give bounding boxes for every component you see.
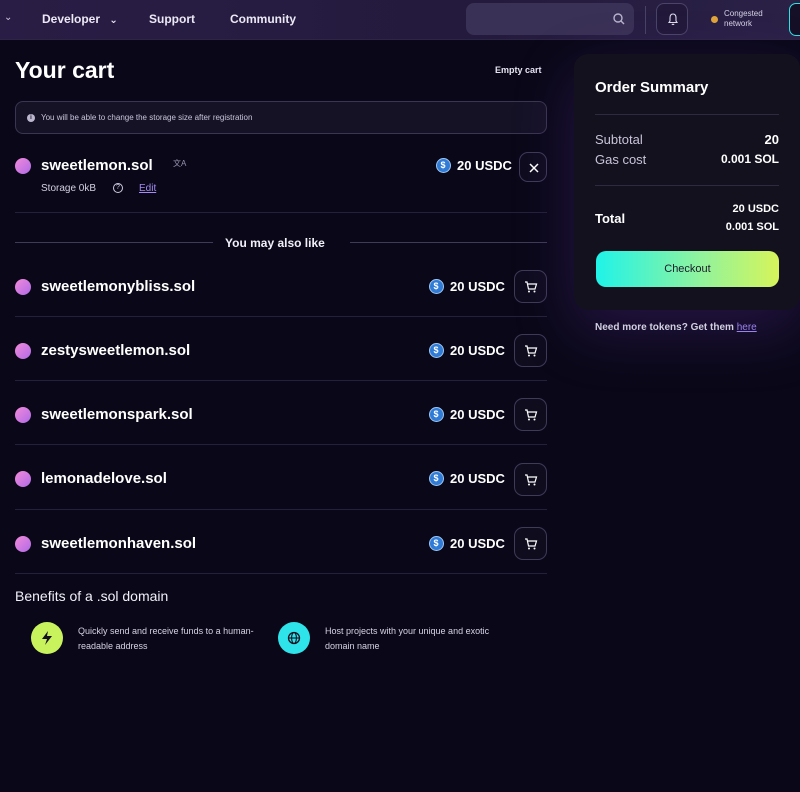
add-to-cart-button[interactable] xyxy=(514,527,547,560)
benefit-text: Host projects with your unique and exoti… xyxy=(325,626,490,651)
globe-icon xyxy=(278,622,310,654)
benefit-text: Quickly send and receive funds to a huma… xyxy=(78,626,254,651)
info-icon: i xyxy=(27,114,35,122)
domain-avatar xyxy=(15,536,31,552)
connect-wallet-button[interactable] xyxy=(789,3,800,36)
edit-storage-link[interactable]: Edit xyxy=(139,183,156,194)
search-icon xyxy=(613,13,625,25)
cart-item-price: 20 USDC xyxy=(457,158,512,173)
get-tokens-link[interactable]: here xyxy=(737,322,757,333)
add-to-cart-button[interactable] xyxy=(514,270,547,303)
network-status-dot xyxy=(711,16,718,23)
total-label: Total xyxy=(595,211,626,226)
help-icon[interactable]: ? xyxy=(113,183,123,193)
usdc-icon xyxy=(436,158,451,173)
suggestion-price: 20 USDC xyxy=(450,279,505,294)
lightning-icon xyxy=(31,622,63,654)
domain-avatar xyxy=(15,471,31,487)
more-tokens-note: Need more tokens? Get them here xyxy=(595,322,757,333)
close-icon xyxy=(529,163,539,173)
suggestion-name: sweetlemonybliss.sol xyxy=(41,278,196,295)
nav-developer[interactable]: Developer ⌄ xyxy=(42,12,118,26)
suggestion-price: 20 USDC xyxy=(450,407,505,422)
divider xyxy=(15,380,547,381)
divider xyxy=(645,6,646,34)
suggestion-price: 20 USDC xyxy=(450,471,505,486)
gas-cost-value: 0.001 SOL xyxy=(720,152,779,166)
top-navigation: ⌄ Developer ⌄ Support Community Congeste… xyxy=(0,0,800,40)
subtotal-label: Subtotal xyxy=(595,132,643,147)
cart-icon xyxy=(525,409,538,421)
translate-icon[interactable]: 文A xyxy=(173,158,186,169)
total-usdc: 20 USDC xyxy=(732,203,779,215)
divider xyxy=(15,316,547,317)
chevron-down-icon: ⌄ xyxy=(109,15,118,26)
storage-notice: i You will be able to change the storage… xyxy=(15,101,547,134)
network-status: Congested network xyxy=(724,9,763,28)
gas-cost-label: Gas cost xyxy=(595,152,647,167)
domain-avatar xyxy=(15,158,31,174)
nav-community[interactable]: Community xyxy=(230,12,296,26)
nav-support[interactable]: Support xyxy=(149,12,195,26)
cart-icon xyxy=(525,281,538,293)
cart-icon xyxy=(525,345,538,357)
chevron-down-icon[interactable]: ⌄ xyxy=(4,12,12,23)
empty-cart-button[interactable]: Empty cart xyxy=(495,65,542,75)
summary-title: Order Summary xyxy=(595,79,709,96)
usdc-icon xyxy=(429,536,444,551)
suggestion-name: sweetlemonspark.sol xyxy=(41,406,193,423)
storage-notice-text: You will be able to change the storage s… xyxy=(41,113,253,122)
divider xyxy=(15,509,547,510)
add-to-cart-button[interactable] xyxy=(514,334,547,367)
divider xyxy=(15,242,213,243)
divider xyxy=(595,114,779,115)
page-title: Your cart xyxy=(15,57,115,83)
suggestion-name: zestysweetlemon.sol xyxy=(41,342,191,359)
more-tokens-text: Need more tokens? Get them xyxy=(595,322,734,333)
benefits-title: Benefits of a .sol domain xyxy=(15,588,169,604)
suggestion-name: lemonadelove.sol xyxy=(41,470,167,487)
domain-avatar xyxy=(15,343,31,359)
divider xyxy=(595,185,779,186)
divider xyxy=(15,212,547,213)
usdc-icon xyxy=(429,407,444,422)
domain-avatar xyxy=(15,279,31,295)
usdc-icon xyxy=(429,471,444,486)
total-sol: 0.001 SOL xyxy=(725,221,779,233)
checkout-button[interactable]: Checkout xyxy=(596,251,779,287)
domain-avatar xyxy=(15,407,31,423)
usdc-icon xyxy=(429,279,444,294)
cart-icon xyxy=(525,538,538,550)
notifications-button[interactable] xyxy=(656,3,688,35)
order-summary: Order Summary Subtotal 20 Gas cost 0.001… xyxy=(574,54,800,310)
cart-item-name: sweetlemon.sol xyxy=(41,157,153,174)
add-to-cart-button[interactable] xyxy=(514,463,547,496)
add-to-cart-button[interactable] xyxy=(514,398,547,431)
suggestion-name: sweetlemonhaven.sol xyxy=(41,535,197,552)
divider xyxy=(15,444,547,445)
divider xyxy=(15,573,547,574)
subtotal-value: 20 xyxy=(764,132,779,147)
suggestion-price: 20 USDC xyxy=(450,536,505,551)
divider xyxy=(350,242,547,243)
bell-icon xyxy=(667,13,679,26)
nav-developer-label: Developer xyxy=(42,12,101,26)
cart-icon xyxy=(525,474,538,486)
suggestions-heading: You may also like xyxy=(225,236,325,250)
storage-size: Storage 0kB xyxy=(41,183,97,194)
usdc-icon xyxy=(429,343,444,358)
remove-item-button[interactable] xyxy=(519,152,547,182)
suggestion-price: 20 USDC xyxy=(450,343,505,358)
search-input[interactable] xyxy=(466,3,634,35)
